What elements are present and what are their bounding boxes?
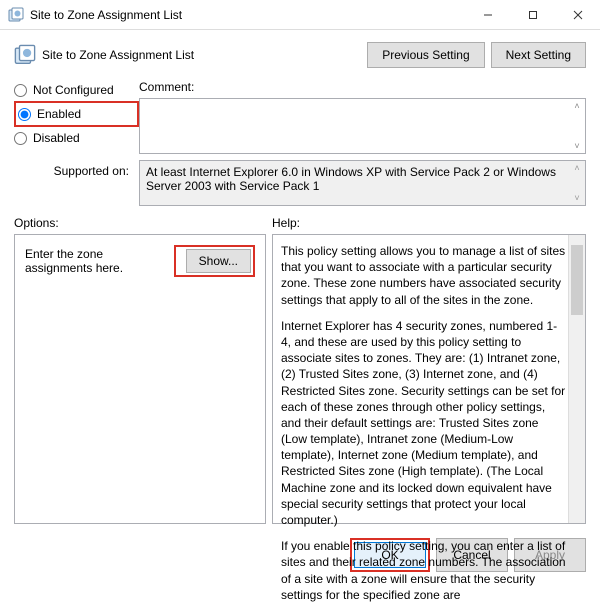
supported-on-value: At least Internet Explorer 6.0 in Window… (146, 165, 556, 193)
radio-not-configured-label: Not Configured (33, 83, 114, 97)
supported-on-text: At least Internet Explorer 6.0 in Window… (139, 160, 586, 206)
help-paragraph: This policy setting allows you to manage… (281, 243, 567, 308)
policy-icon (14, 44, 36, 66)
comment-label: Comment: (139, 80, 586, 94)
radio-disabled[interactable]: Disabled (14, 128, 139, 148)
chevron-up-icon: ˄ (571, 101, 583, 111)
dialog-header: Site to Zone Assignment List Previous Se… (14, 42, 586, 68)
chevron-down-icon: ˅ (571, 193, 583, 203)
radio-not-configured-input[interactable] (14, 84, 27, 97)
window-titlebar: Site to Zone Assignment List (0, 0, 600, 30)
options-section-label: Options: (14, 216, 272, 230)
close-button[interactable] (555, 0, 600, 29)
window-title: Site to Zone Assignment List (30, 8, 465, 22)
options-panel: Enter the zone assignments here. Show... (14, 234, 266, 524)
help-paragraph: Internet Explorer has 4 security zones, … (281, 318, 567, 528)
radio-enabled-input[interactable] (18, 108, 31, 121)
options-prompt: Enter the zone assignments here. (25, 247, 174, 275)
supported-on-label: Supported on: (14, 160, 139, 206)
minimize-button[interactable] (465, 0, 510, 29)
show-button[interactable]: Show... (186, 249, 251, 273)
radio-enabled-label: Enabled (37, 107, 81, 121)
comment-textarea[interactable]: ˄˅ (139, 98, 586, 154)
help-panel[interactable]: This policy setting allows you to manage… (272, 234, 586, 524)
chevron-down-icon: ˅ (571, 141, 583, 151)
state-radio-group: Not Configured Enabled Disabled (14, 80, 139, 154)
radio-disabled-input[interactable] (14, 132, 27, 145)
previous-setting-button[interactable]: Previous Setting (367, 42, 484, 68)
next-setting-button[interactable]: Next Setting (491, 42, 586, 68)
radio-disabled-label: Disabled (33, 131, 80, 145)
chevron-up-icon: ˄ (571, 163, 583, 173)
maximize-button[interactable] (510, 0, 555, 29)
scrollbar-thumb[interactable] (571, 245, 583, 315)
help-section-label: Help: (272, 216, 586, 230)
radio-enabled[interactable]: Enabled (18, 104, 135, 124)
help-scrollbar[interactable] (568, 235, 585, 523)
dialog-title: Site to Zone Assignment List (42, 48, 361, 62)
policy-icon (8, 7, 24, 23)
radio-not-configured[interactable]: Not Configured (14, 80, 139, 100)
help-paragraph: If you enable this policy setting, you c… (281, 538, 567, 603)
